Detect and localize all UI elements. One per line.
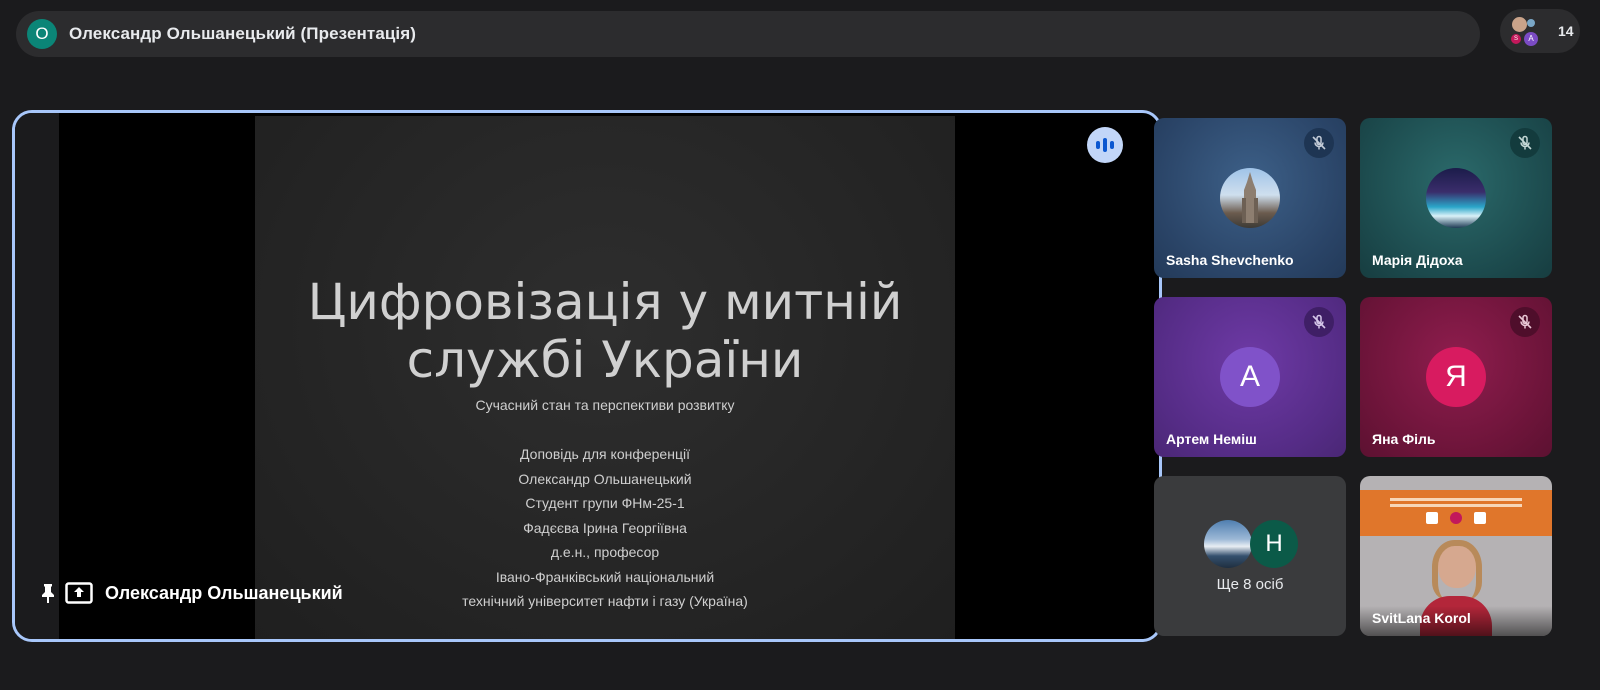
mic-off-icon (1510, 128, 1540, 158)
participant-avatar-letter: А (1220, 347, 1280, 407)
slide-line: Олександр Ольшанецький (518, 470, 692, 487)
slide-line: Івано-Франківський національний (495, 568, 715, 585)
slide-body: Доповідь для конференції Олександр Ольша… (255, 442, 955, 614)
presenter-label: Олександр Ольшанецький (41, 582, 343, 604)
present-screen-icon (65, 582, 93, 604)
participant-tile[interactable]: Я Яна Філь (1360, 297, 1552, 457)
participant-avatars: S A (1510, 14, 1544, 48)
mini-avatar-letter: S (1511, 34, 1521, 44)
participant-tile[interactable]: Sasha Shevchenko (1154, 118, 1346, 278)
presentation-stage[interactable]: Цифровізація у митній службі України Суч… (12, 110, 1162, 642)
stage-letterbox (15, 113, 59, 639)
mini-avatar-photo (1527, 19, 1535, 27)
mini-avatar-letter: A (1524, 32, 1538, 46)
slide-subtitle: Сучасний стан та перспективи розвитку (475, 397, 735, 413)
mic-off-icon (1304, 307, 1334, 337)
slide-line: д.е.н., професор (550, 544, 660, 560)
mini-avatar-photo (1512, 17, 1527, 32)
participant-avatar-photo (1220, 168, 1280, 228)
participant-tile[interactable]: А Артем Неміш (1154, 297, 1346, 457)
participant-name: Артем Неміш (1166, 431, 1257, 447)
presenter-name: Олександр Ольшанецький (105, 582, 343, 603)
participant-tile[interactable]: Марія Дідоха (1360, 118, 1552, 278)
speaking-indicator-icon[interactable] (1087, 127, 1123, 163)
participant-avatar-letter: Н (1250, 520, 1298, 568)
participant-name: Яна Філь (1372, 431, 1436, 447)
presenter-avatar: О (27, 19, 57, 49)
participant-tile[interactable]: SvitLana Korol (1360, 476, 1552, 636)
participants-button[interactable]: S A 14 (1500, 9, 1580, 53)
slide-line: технічний університет нафти і газу (Укра… (462, 593, 748, 609)
participant-name: SvitLana Korol (1372, 610, 1471, 626)
mic-off-icon (1304, 128, 1334, 158)
video-background-banner (1360, 490, 1552, 536)
participant-avatar-letter: Я (1426, 347, 1486, 407)
participant-name: Sasha Shevchenko (1166, 252, 1294, 268)
slide-line: Студент групи ФНм-25-1 (525, 495, 685, 511)
slide-title-line: Цифровізація у митній (307, 273, 903, 331)
participant-avatar-photo (1426, 168, 1486, 228)
slide-title-line: службі України (406, 331, 804, 389)
more-participants-label: Ще 8 осіб (1216, 576, 1284, 593)
slide-line: Фадєєва Ірина Георгіївна (523, 519, 687, 536)
participant-count: 14 (1558, 23, 1574, 39)
participant-name: Марія Дідоха (1372, 252, 1463, 268)
meeting-title: Олександр Ольшанецький (Презентація) (69, 24, 417, 43)
pin-icon[interactable] (41, 583, 55, 603)
meeting-title-bar[interactable]: О Олександр Ольшанецький (Презентація) (16, 11, 1480, 57)
participant-avatar-photo (1204, 520, 1252, 568)
more-participants-tile[interactable]: Н Ще 8 осіб (1154, 476, 1346, 636)
slide-title: Цифровізація у митній службі України (255, 273, 955, 389)
slide-line: Доповідь для конференції (520, 446, 690, 462)
presentation-slide: Цифровізація у митній службі України Суч… (255, 116, 955, 639)
mic-off-icon (1510, 307, 1540, 337)
